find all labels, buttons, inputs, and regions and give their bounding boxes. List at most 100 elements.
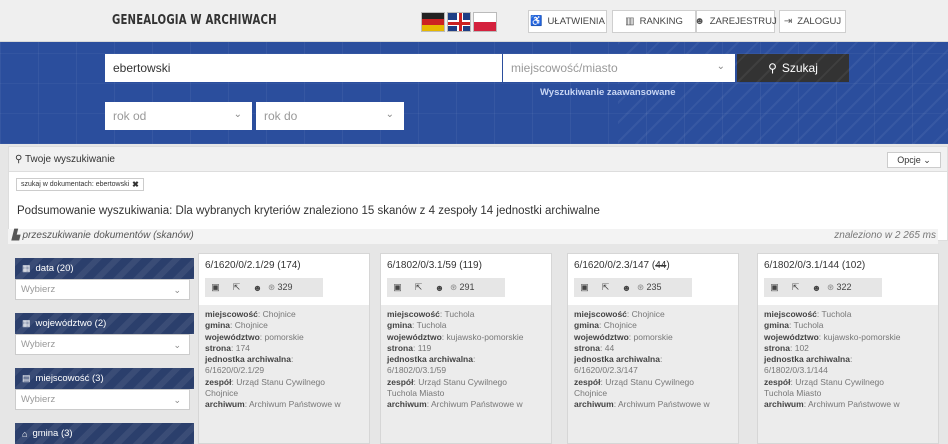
year-to-placeholder: rok do (264, 109, 298, 123)
search-icon: ⚲ (768, 61, 777, 75)
result-card[interactable]: 6/1620/0/2.3/147 (44) ▣ ⇱ ☻ ⊛ 235 miejsc… (567, 253, 739, 444)
advanced-search-link[interactable]: Wyszukiwanie zaawansowane (540, 87, 676, 98)
card-count: ⊛ 322 (827, 282, 852, 292)
year-from-select[interactable]: rok od ⌄ (105, 102, 252, 130)
chevron-down-icon: ⌄ (173, 285, 181, 295)
card-signature-main: 6/1802/0/3.1/59 (387, 260, 460, 271)
search-time: znaleziono w 2 265 ms (834, 230, 936, 241)
scan-search-label: przeszukiwanie dokumentów (skanów) (22, 230, 194, 241)
card-details: miejscowość: Tuchola gmina: Tuchola woje… (381, 305, 551, 443)
detail-locality: Chojnice (631, 309, 665, 319)
card-count: ⊛ 329 (268, 282, 293, 292)
card-signature[interactable]: 6/1620/0/2.3/147 (44) (574, 260, 670, 271)
search-button[interactable]: ⚲ Szukaj (737, 54, 849, 82)
home-icon: ⌂ (22, 428, 28, 439)
card-signature-paren: ) (666, 260, 670, 271)
accessibility-label: UŁATWIENIA (547, 16, 605, 27)
card-signature[interactable]: 6/1802/0/3.1/144 (102) (764, 260, 865, 271)
detail-voivodeship: pomorskie (264, 331, 304, 342)
filter-date-value: Wybierz (21, 284, 56, 295)
your-search-label: Twoje wyszukiwanie (24, 154, 115, 165)
detail-label: archiwum (574, 399, 614, 410)
map-icon: ▤ (22, 373, 31, 383)
detail-label: województwo (387, 331, 442, 342)
filter-locality-label: miejscowość (3) (35, 373, 104, 384)
chevron-down-icon: ⌄ (233, 109, 242, 120)
filter-commune-header[interactable]: ⌂ gmina (3) (15, 423, 194, 444)
card-signature-struck: 44 (655, 260, 667, 271)
card-signature[interactable]: 6/1802/0/3.1/59 (119) (387, 260, 482, 271)
filter-voivodeship-select[interactable]: Wybierz ⌄ (15, 334, 190, 355)
remove-tag-icon[interactable]: ✖ (132, 180, 139, 189)
search-icon: ⚲ (15, 154, 23, 165)
ranking-label: RANKING (639, 16, 683, 27)
ranking-button[interactable]: ▥ RANKING (612, 10, 696, 33)
detail-locality: Tuchola (821, 309, 852, 319)
filter-locality-header[interactable]: ▤ miejscowość (3) (15, 368, 194, 389)
detail-label: jednostka archiwalna (764, 354, 850, 365)
login-icon: ⇥ (783, 16, 793, 27)
detail-locality: Tuchola (444, 309, 475, 319)
year-to-select[interactable]: rok do ⌄ (256, 102, 404, 130)
external-link-icon[interactable]: ⇱ (408, 282, 429, 293)
detail-unit: 6/1620/0/2.1/29 (205, 365, 265, 376)
detail-label: strona (764, 342, 790, 353)
external-link-icon[interactable]: ⇱ (595, 282, 616, 293)
filter-date-select[interactable]: Wybierz ⌄ (15, 279, 190, 300)
detail-fonds-cont: Tuchola Miasto (387, 388, 445, 399)
image-icon[interactable]: ▣ (574, 282, 595, 293)
search-hero: miejscowość/miasto ⌄ ⚲ Szukaj Wyszukiwan… (0, 42, 948, 144)
image-icon[interactable]: ▣ (387, 282, 408, 293)
card-details: miejscowość: Chojnice gmina: Chojnice wo… (568, 305, 738, 443)
result-card[interactable]: 6/1802/0/3.1/144 (102) ▣ ⇱ ☻ ⊛ 322 miejs… (757, 253, 939, 444)
image-icon[interactable]: ▣ (764, 282, 785, 293)
users-icon[interactable]: ☻ (806, 283, 827, 293)
filter-locality-value: Wybierz (21, 394, 56, 405)
detail-label: gmina (387, 320, 413, 331)
detail-label: zespół (205, 376, 232, 387)
image-icon[interactable]: ▣ (205, 282, 226, 293)
detail-commune: Chojnice (234, 320, 268, 331)
external-link-icon[interactable]: ⇱ (226, 282, 247, 293)
site-brand[interactable]: GENEALOGIA W ARCHIWACH (112, 13, 277, 28)
card-signature[interactable]: 6/1620/0/2.1/29 (174) (205, 260, 301, 271)
result-card[interactable]: 6/1802/0/3.1/59 (119) ▣ ⇱ ☻ ⊛ 291 miejsc… (380, 253, 552, 444)
card-count: ⊛ 291 (450, 282, 475, 292)
detail-fonds: Urząd Stanu Cywilnego (605, 376, 695, 387)
detail-voivodeship: kujawsko-pomorskie (823, 331, 901, 342)
search-summary-panel: ⚲ Twoje wyszukiwanie Opcje ⌄ szukaj w do… (8, 146, 948, 241)
login-button[interactable]: ⇥ ZALOGUJ (779, 10, 846, 33)
card-toolbar: ▣ ⇱ ☻ ⊛ 322 (764, 278, 882, 297)
filter-date-header[interactable]: ▦ data (20) (15, 258, 194, 279)
bar-chart-icon: ▥ (625, 16, 635, 27)
detail-fonds-cont: Chojnice (574, 388, 608, 399)
detail-fonds-cont: Chojnice (205, 388, 239, 399)
detail-label: zespół (764, 376, 791, 387)
filter-voivodeship-header[interactable]: ▦ województwo (2) (15, 313, 194, 334)
panel-header: ⚲ Twoje wyszukiwanie Opcje ⌄ (9, 147, 947, 172)
detail-label: strona (574, 342, 600, 353)
accessibility-button[interactable]: ♿ UŁATWIENIA (528, 10, 607, 33)
detail-label: województwo (574, 331, 629, 342)
place-select[interactable]: miejscowość/miasto ⌄ (503, 54, 735, 82)
pl-flag-icon[interactable] (473, 12, 497, 32)
result-card[interactable]: 6/1620/0/2.1/29 (174) ▣ ⇱ ☻ ⊛ 329 miejsc… (198, 253, 370, 444)
detail-label: miejscowość (205, 309, 258, 319)
de-flag-icon[interactable] (421, 12, 445, 32)
options-button[interactable]: Opcje ⌄ (887, 152, 941, 168)
gb-flag-icon[interactable] (447, 12, 471, 32)
users-icon[interactable]: ☻ (616, 283, 637, 293)
detail-unit: 6/1802/0/3.1/59 (387, 365, 447, 376)
search-input[interactable] (105, 54, 502, 82)
users-icon[interactable]: ☻ (429, 283, 450, 293)
card-count-value: 329 (277, 282, 293, 292)
users-icon: ☻ (694, 16, 705, 27)
accessibility-icon: ♿ (530, 16, 543, 27)
filter-locality-select[interactable]: Wybierz ⌄ (15, 389, 190, 410)
detail-fonds-cont: Tuchola Miasto (764, 388, 822, 399)
filter-commune-label: gmina (3) (32, 428, 73, 439)
register-button[interactable]: ☻ ZAREJESTRUJ (694, 10, 777, 33)
card-toolbar: ▣ ⇱ ☻ ⊛ 291 (387, 278, 505, 297)
users-icon[interactable]: ☻ (247, 283, 268, 293)
external-link-icon[interactable]: ⇱ (785, 282, 806, 293)
